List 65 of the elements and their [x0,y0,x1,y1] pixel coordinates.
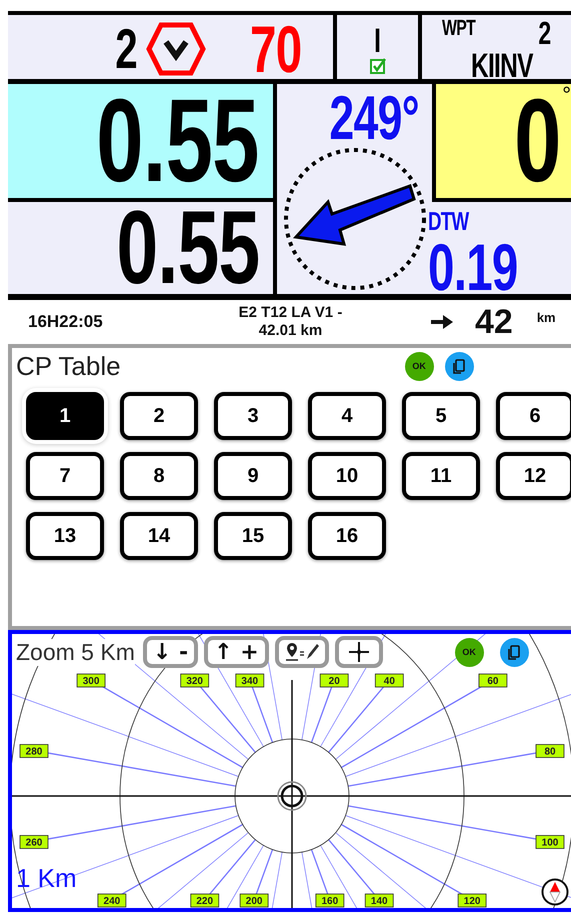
bearing-label: 240 [97,894,126,908]
bearing-label: 220 [190,894,220,908]
wpt-label: WPT [442,17,476,42]
ok-button[interactable]: OK [454,638,484,666]
checkbox[interactable] [370,58,386,74]
bearing-label: 40 [374,674,404,688]
bearing-label: 140 [364,894,394,908]
panel-title: CP Table [16,350,121,382]
checkpoint-button[interactable]: 12 [496,452,571,500]
checkpoint-button[interactable]: 11 [402,452,480,500]
copy-button[interactable] [444,352,474,380]
checkpoint-button[interactable]: 3 [214,392,292,440]
bearing-label: 100 [536,835,564,849]
right-arrow-icon [431,315,453,329]
checkpoint-button[interactable]: 9 [214,452,292,500]
bearing-label: 260 [20,835,48,849]
dtw-value: 0.19 [428,234,518,300]
wpt-number: 2 [538,17,551,49]
copy-icon [508,644,520,660]
gauge-value: 0 [514,82,561,200]
bearing-label: 200 [240,894,269,908]
bearing-label: 20 [320,674,349,688]
count-value: 2 [116,21,138,77]
dtw-label: DTW [428,208,468,234]
bearing-label: 120 [458,894,487,908]
pin-edit-button[interactable] [274,636,329,668]
wpt-name: KIINV [470,49,532,83]
checkpoint-button[interactable]: 16 [308,512,386,560]
checkpoint-button[interactable]: 7 [26,452,104,500]
checkpoint-button[interactable]: 5 [402,392,480,440]
heading-value: 249° [330,88,420,150]
bearing-label: 80 [536,744,564,758]
route-text: E2 T12 LA V1 - 42.01 km [238,304,344,340]
checkpoint-button[interactable]: 15 [214,512,292,560]
degree-unit: ° [562,82,571,108]
checkpoint-button[interactable]: 6 [496,392,571,440]
bearing-label: 320 [180,674,210,688]
checkpoint-button[interactable]: 13 [26,512,104,560]
time-text: 16H22:05 [27,312,104,332]
bearing-label: 300 [76,674,106,688]
zoom-out-button[interactable]: ↓ - [142,636,198,668]
north-compass-icon[interactable] [541,878,569,906]
bearing-label: 280 [20,744,48,758]
bearing-label: 340 [235,674,264,688]
checkpoint-button[interactable]: 10 [308,452,386,500]
position-target-icon [277,781,307,811]
center-button[interactable] [334,636,383,668]
copy-icon [453,358,466,374]
ok-button[interactable]: OK [404,352,434,380]
pin-pencil-icon [284,642,319,662]
speed-warning-icon [146,22,206,76]
bearing-label: 60 [478,674,508,688]
zoom-in-button[interactable]: ↑ + [204,636,269,668]
copy-button[interactable] [500,638,529,666]
checkpoint-button[interactable]: 4 [308,392,386,440]
checkpoint-button[interactable]: 8 [120,452,198,500]
crosshair-icon [348,641,370,663]
zoom-label: Zoom 5 Km [16,638,135,666]
distance-value: 42 [475,302,513,342]
bearing-label: 160 [315,894,344,908]
distance-unit: km [536,310,556,324]
flag-label: I [374,24,381,58]
checkpoint-button[interactable]: 2 [120,392,198,440]
checkpoint-button[interactable]: 14 [120,512,198,560]
speed-limit-value: 70 [250,16,301,82]
